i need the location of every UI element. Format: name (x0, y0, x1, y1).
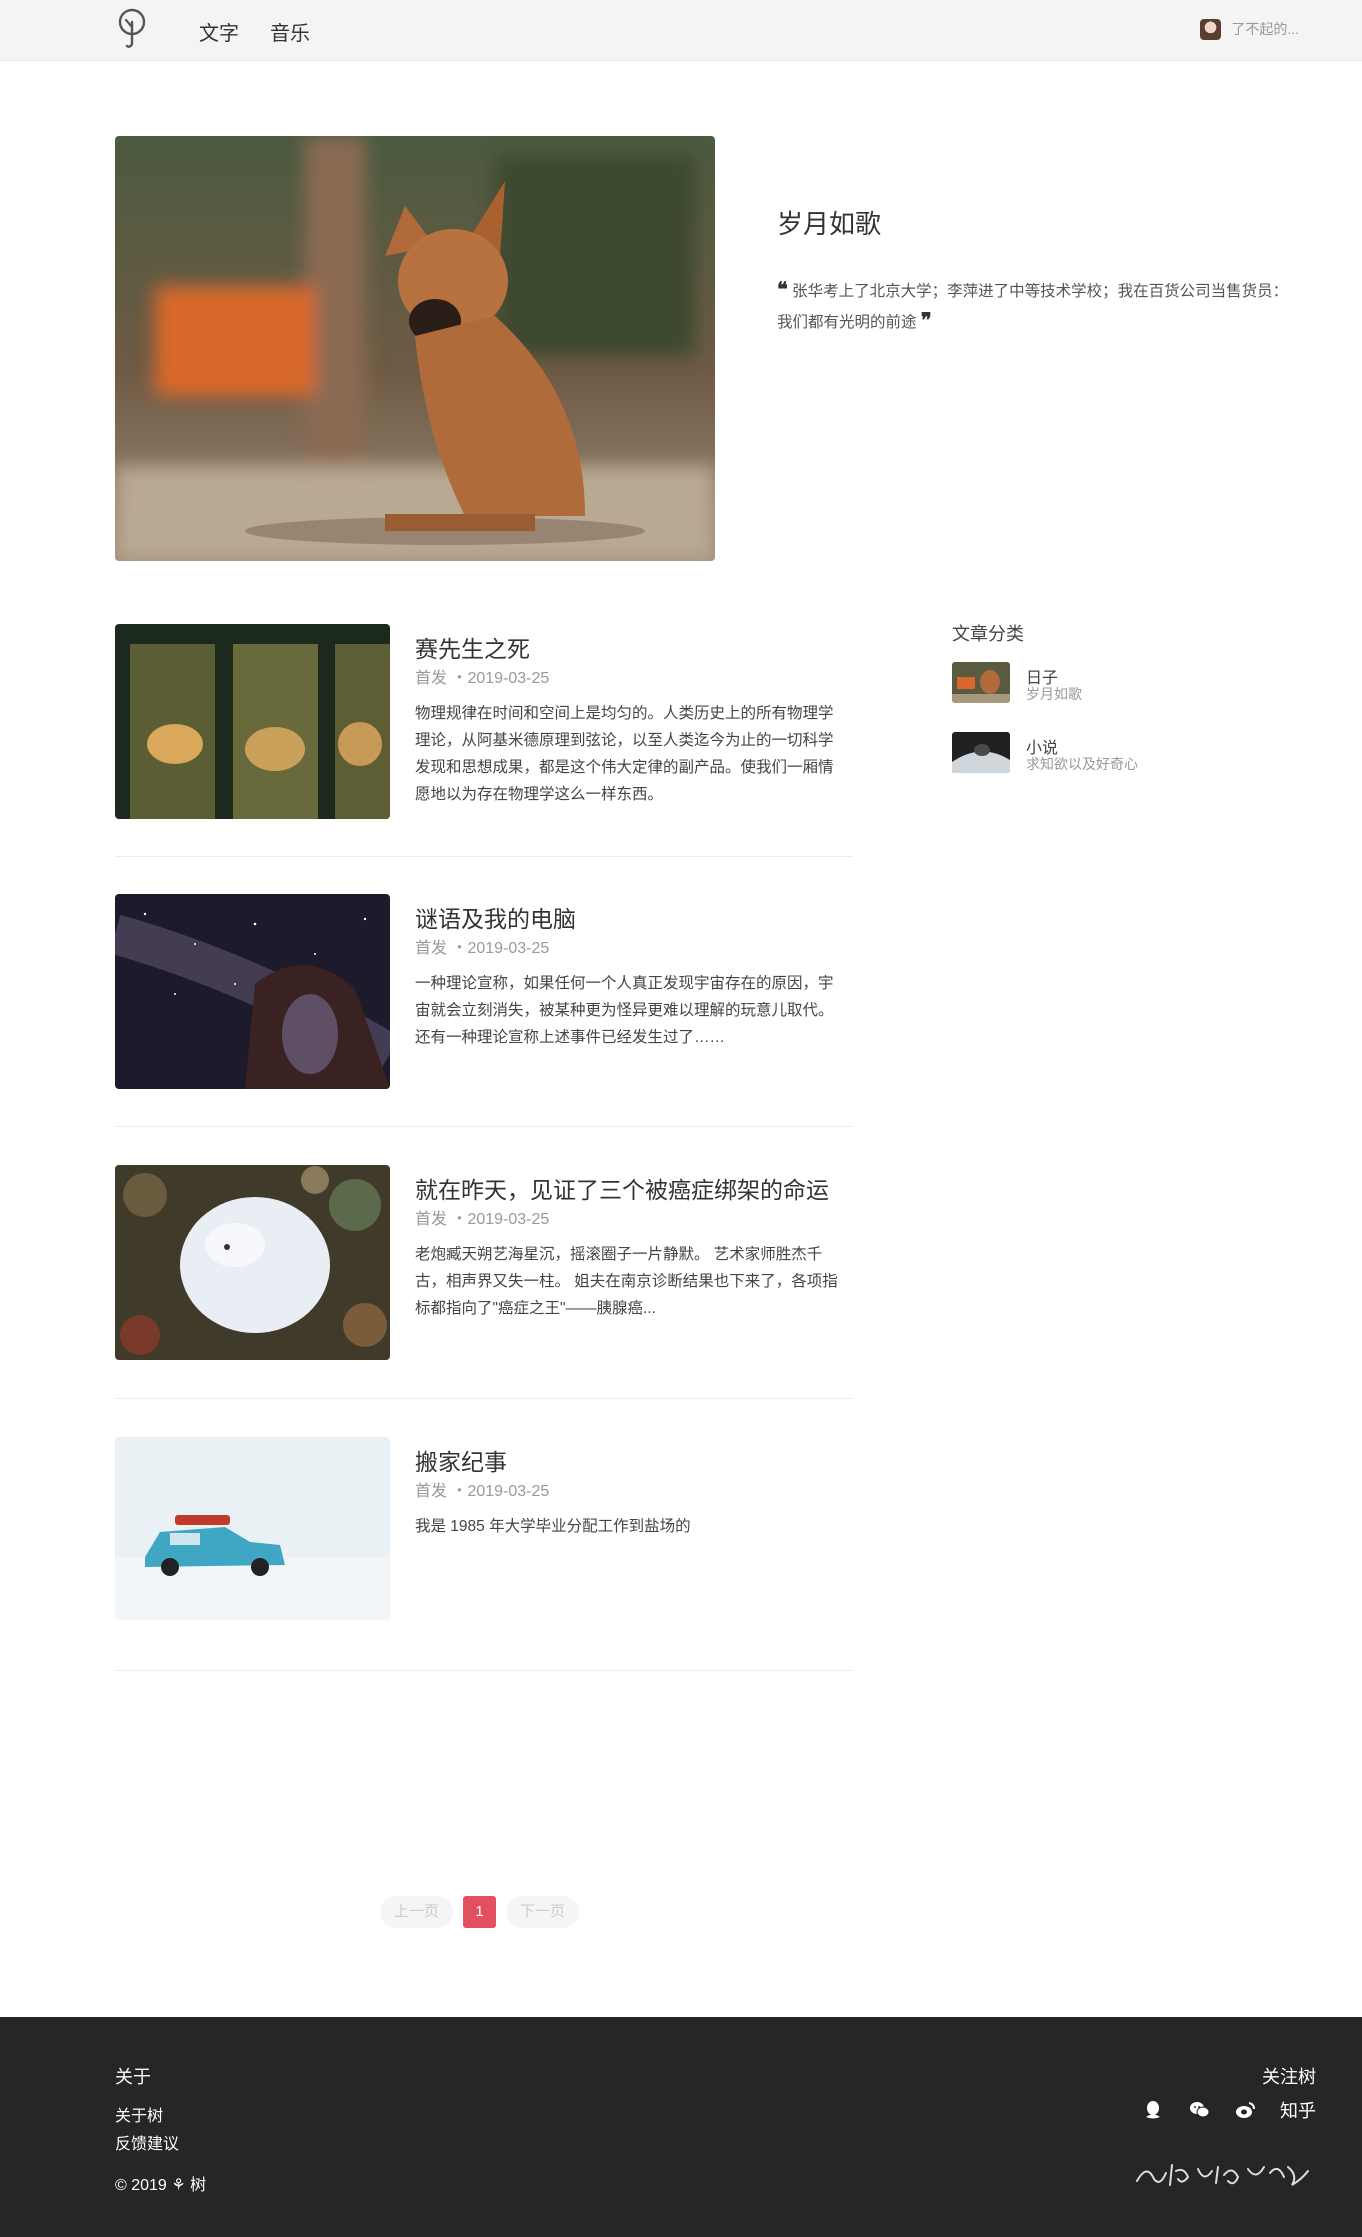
category-item-days[interactable]: 日子 岁月如歌 (952, 662, 1252, 706)
article-meta: 首发 ・2019-03-25 (415, 1483, 550, 1500)
article-excerpt: 物理规律在时间和空间上是均匀的。人类历史上的所有物理学理论，从阿基米德原理到弦论… (415, 705, 834, 803)
qq-icon[interactable] (1142, 2099, 1164, 2121)
category-section-title: 文章分类 (952, 624, 1024, 644)
article-title[interactable]: 赛先生之死 (415, 630, 530, 664)
article-item[interactable]: 赛先生之死 首发 ・2019-03-25 物理规律在时间和空间上是均匀的。人类历… (115, 624, 853, 857)
blue-car-photo (115, 1437, 390, 1620)
article-excerpt: 一种理论宣称，如果任何一个人真正发现宇宙存在的原因，宇宙就会立刻消失，被某种更为… (415, 975, 834, 1046)
footer-link-feedback[interactable]: 反馈建议 (115, 2130, 179, 2154)
article-meta: 首发 ・2019-03-25 (415, 670, 550, 687)
article-meta: 首发 ・2019-03-25 (415, 1211, 550, 1228)
article-thumbnail[interactable] (115, 624, 390, 819)
article-divider (115, 1398, 853, 1399)
category-desc: 求知欲以及好奇心 (1026, 756, 1138, 772)
weibo-icon[interactable] (1234, 2099, 1256, 2121)
article-thumbnail[interactable] (115, 1165, 390, 1360)
milky-way-photo (115, 894, 390, 1089)
dog-photo (115, 136, 715, 561)
handwritten-signature (1136, 2164, 1309, 2186)
social-links: 知乎 (1142, 2097, 1316, 2123)
pagination: 上一页 1 下一页 (380, 1896, 580, 1928)
article-excerpt: 老炮臧天朔艺海星沉，摇滚圈子一片静默。 艺术家师胜杰千古，相声界又失一柱。 姐夫… (415, 1246, 838, 1317)
site-footer: 关于 关于树 反馈建议 © 2019 ⚘ 树 关注树 知乎 (0, 2017, 1362, 2237)
article-item[interactable]: 就在昨天，见证了三个被癌症绑架的命运 首发 ・2019-03-25 老炮臧天朔艺… (115, 1165, 853, 1399)
dog-thumb-photo (952, 662, 1010, 703)
user-name[interactable]: 了不起的... (1231, 19, 1299, 39)
category-thumbnail (952, 662, 1010, 703)
article-excerpt: 我是 1985 年大学毕业分配工作到盐场的 (415, 1518, 691, 1535)
footer-follow-title: 关注树 (1262, 2067, 1316, 2087)
article-title[interactable]: 就在昨天，见证了三个被癌症绑架的命运 (415, 1171, 829, 1205)
article-item[interactable]: 谜语及我的电脑 首发 ・2019-03-25 一种理论宣称，如果任何一个人真正发… (115, 894, 853, 1127)
article-divider (115, 1670, 853, 1671)
footer-copyright: © 2019 ⚘ 树 (115, 2177, 207, 2194)
nav-link-music[interactable]: 音乐 (270, 17, 310, 46)
nav-link-text[interactable]: 文字 (199, 17, 239, 46)
tree-logo-icon[interactable] (114, 8, 150, 50)
category-item-novel[interactable]: 小说 求知欲以及好奇心 (952, 732, 1252, 776)
hero-quote: ❝ 张华考上了北京大学；李萍进了中等技术学校；我在百货公司当售货员：我们都有光明… (777, 275, 1293, 337)
hero-quote-text: 张华考上了北京大学；李萍进了中等技术学校；我在百货公司当售货员：我们都有光明的前… (777, 283, 1289, 331)
footer-link-about[interactable]: 关于树 (115, 2102, 163, 2126)
article-title[interactable]: 谜语及我的电脑 (415, 900, 576, 934)
article-title[interactable]: 搬家纪事 (415, 1443, 507, 1477)
article-divider (115, 1126, 853, 1127)
user-avatar[interactable] (1200, 18, 1222, 40)
article-thumbnail[interactable] (115, 894, 390, 1089)
hero-image[interactable] (115, 136, 715, 561)
article-meta: 首发 ・2019-03-25 (415, 940, 550, 957)
next-page-button[interactable]: 下一页 (506, 1896, 580, 1928)
category-desc: 岁月如歌 (1026, 686, 1082, 702)
category-thumbnail (952, 732, 1010, 773)
current-page-button[interactable]: 1 (463, 1896, 497, 1928)
user-menu[interactable]: 了不起的... (1200, 18, 1299, 40)
wechat-icon[interactable] (1188, 2099, 1210, 2121)
quote-open-icon: ❝ (777, 277, 788, 301)
top-navigation-bar: 文字 音乐 了不起的... (0, 0, 1362, 61)
jars-photo (115, 624, 390, 819)
footer-about-title: 关于 (115, 2067, 151, 2087)
arctic-fox-photo (115, 1165, 390, 1360)
novel-thumb-photo (952, 732, 1010, 773)
quote-close-icon: ❞ (920, 308, 932, 332)
zhihu-link[interactable]: 知乎 (1280, 2097, 1316, 2123)
article-item[interactable]: 搬家纪事 首发 ・2019-03-25 我是 1985 年大学毕业分配工作到盐场… (115, 1437, 853, 1671)
hero-title[interactable]: 岁月如歌 (777, 204, 881, 241)
prev-page-button[interactable]: 上一页 (380, 1896, 454, 1928)
article-divider (115, 856, 853, 857)
article-thumbnail[interactable] (115, 1437, 390, 1620)
